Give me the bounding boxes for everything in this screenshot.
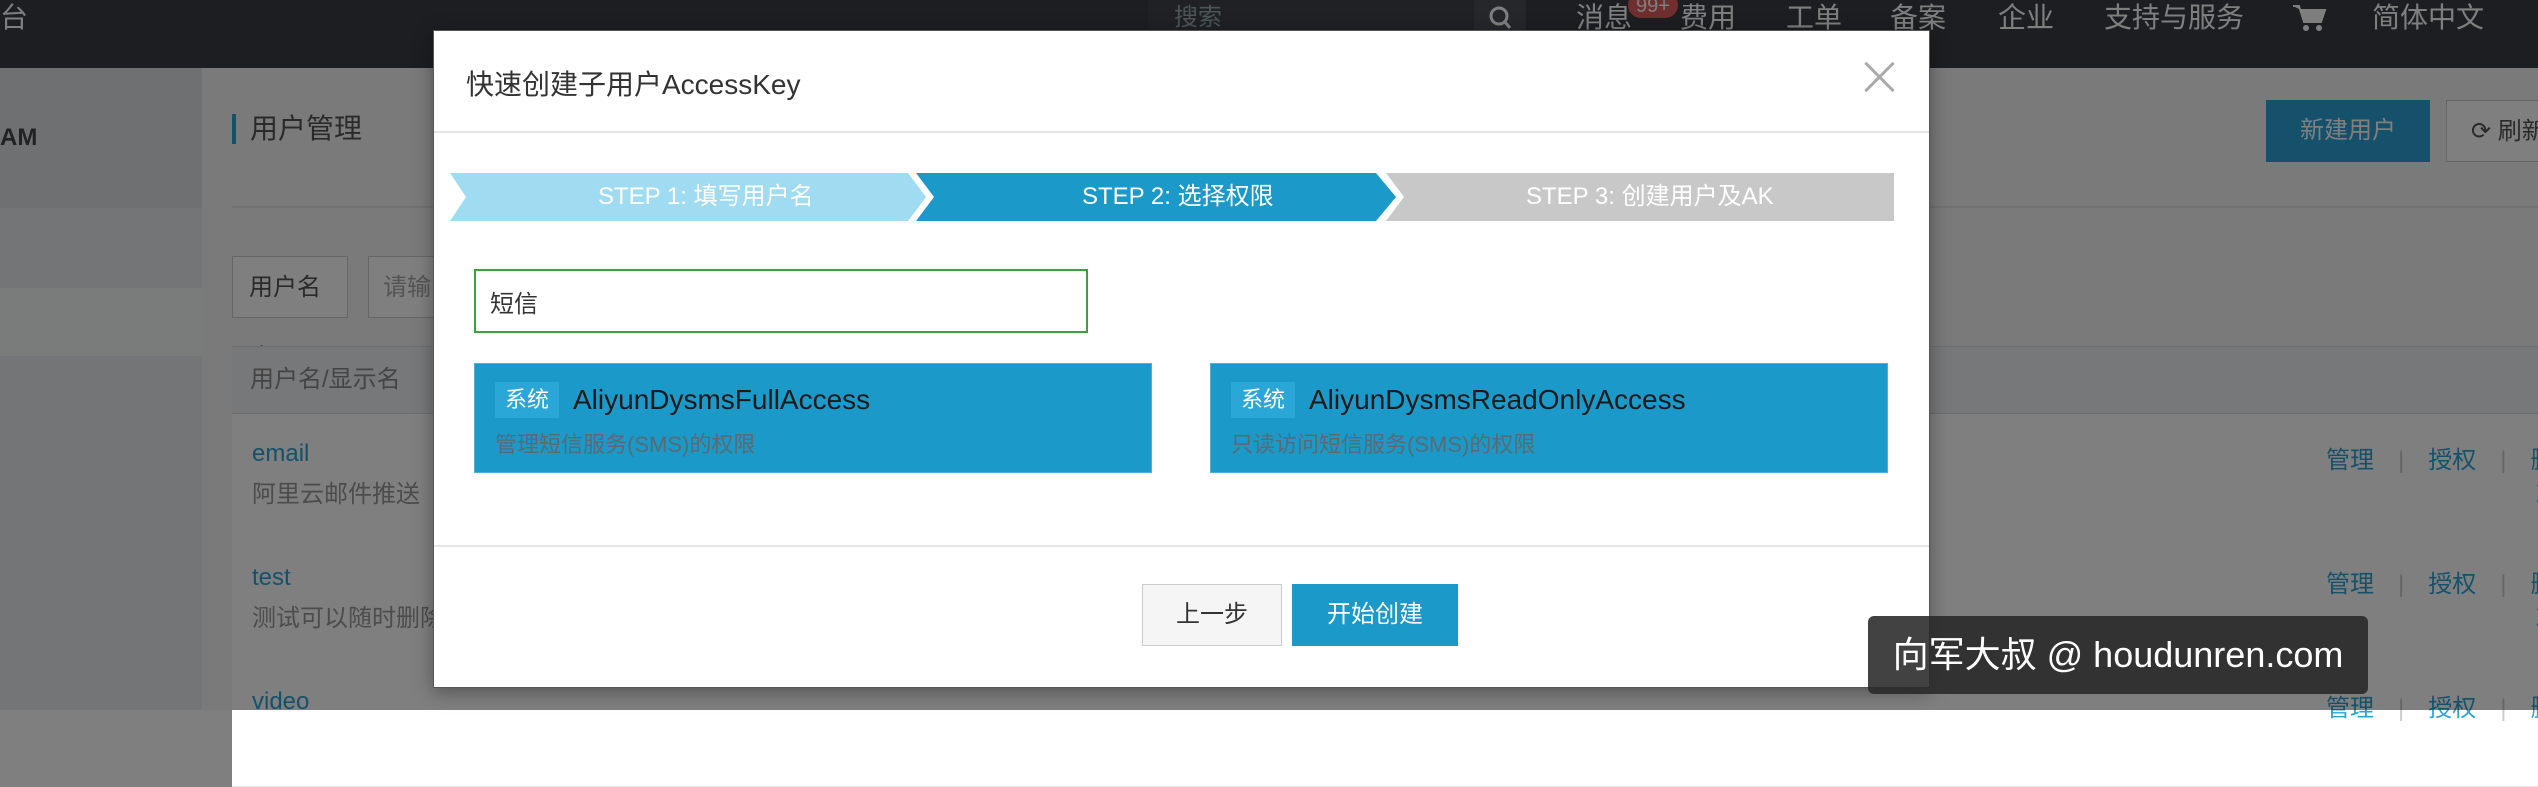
start-create-button[interactable]: 开始创建 [1292,584,1458,646]
policy-description: 只读访问短信服务(SMS)的权限 [1231,432,1536,457]
policy-name: AliyunDysmsReadOnlyAccess [1309,384,1686,415]
step-3-label: STEP 3: 创建用户及AK [1526,183,1774,210]
policy-search-input[interactable] [474,269,1088,333]
step-indicator: STEP 1: 填写用户名 STEP 2: 选择权限 STEP 3: 创建用户及… [450,173,1894,221]
policy-card-readonly-access[interactable]: 系统 AliyunDysmsReadOnlyAccess 只读访问短信服务(SM… [1210,363,1888,473]
previous-step-button[interactable]: 上一步 [1142,584,1282,646]
system-tag: 系统 [495,382,560,418]
watermark: 向军大叔 @ houdunren.com [1868,616,2368,694]
system-tag: 系统 [1231,382,1296,418]
policy-description: 管理短信服务(SMS)的权限 [495,432,756,457]
close-icon[interactable] [1859,57,1899,97]
step-2-label: STEP 2: 选择权限 [1082,183,1274,210]
step-1-label: STEP 1: 填写用户名 [598,183,814,210]
dialog-header: 快速创建子用户AccessKey [434,31,1929,133]
policy-name: AliyunDysmsFullAccess [573,384,871,415]
dialog-title: 快速创建子用户AccessKey [466,69,801,100]
policy-card-full-access[interactable]: 系统 AliyunDysmsFullAccess 管理短信服务(SMS)的权限 [474,363,1152,473]
